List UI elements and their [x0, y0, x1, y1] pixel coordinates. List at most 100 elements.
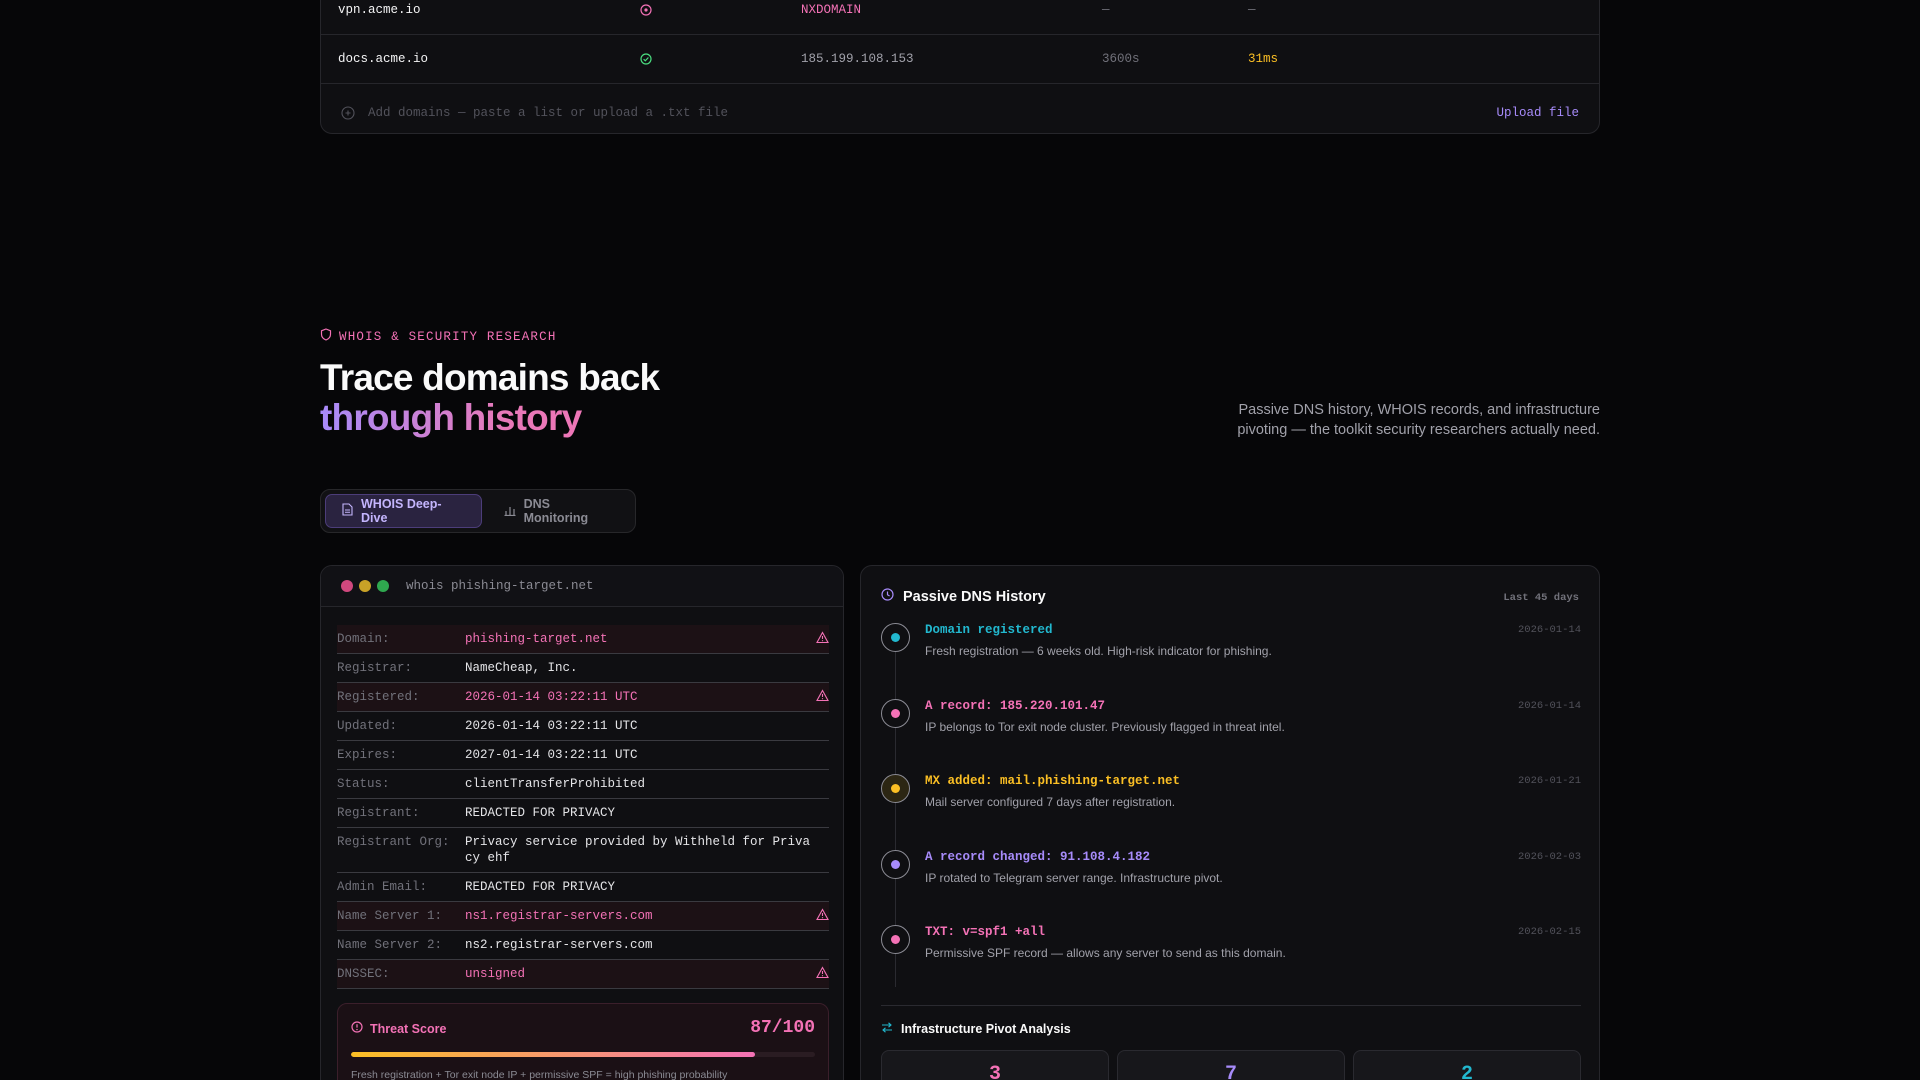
dns-host: docs.acme.io	[338, 52, 429, 66]
timeline-event[interactable]: Domain registered Fresh registration — 6 …	[881, 623, 1581, 683]
whois-field-value: 2027-01-14 03:22:11 UTC	[465, 748, 638, 762]
table-row[interactable]: docs.acme.io 185.199.108.153 3600s 31ms	[321, 35, 1599, 84]
timeline-node	[881, 925, 910, 954]
whois-field-value: phishing-target.net	[465, 632, 608, 646]
event-date: 2026-02-15	[1517, 926, 1581, 938]
dns-value: NXDOMAIN	[801, 3, 862, 17]
timeline-node	[881, 774, 910, 803]
whois-field-value: ns2.registrar-servers.com	[465, 938, 653, 952]
warning-icon	[816, 966, 829, 979]
whois-field-value: ns1.registrar-servers.com	[465, 909, 653, 923]
warning-icon	[816, 631, 829, 644]
whois-field-row: Updated: 2026-01-14 03:22:11 UTC	[337, 712, 829, 741]
plus-circle-icon	[341, 106, 355, 120]
tab-label: DNS Monitoring	[523, 497, 589, 525]
window-minimize-dot	[359, 580, 371, 592]
eyebrow-text: WHOIS & SECURITY RESEARCH	[339, 329, 557, 344]
page-title: Trace domains back through history	[320, 357, 660, 438]
window-close-dot	[341, 580, 353, 592]
threat-score-panel: Threat Score 87/100 Fresh registration +…	[337, 1003, 829, 1080]
whois-field-value: 2026-01-14 03:22:11 UTC	[465, 690, 638, 704]
whois-field-row: Admin Email: REDACTED FOR PRIVACY	[337, 873, 829, 902]
event-date: 2026-01-14	[1517, 624, 1581, 636]
upload-file-button[interactable]: Upload file	[1496, 106, 1579, 120]
timeline-dot	[891, 784, 900, 793]
whois-field-key: DNSSEC:	[337, 967, 390, 981]
pivot-stat-card[interactable]: 3	[881, 1050, 1109, 1080]
pivot-stat-card[interactable]: 2	[1353, 1050, 1581, 1080]
whois-field-value: REDACTED FOR PRIVACY	[465, 880, 616, 894]
clock-icon	[881, 588, 894, 605]
timeline-dot	[891, 708, 900, 718]
whois-field-key: Name Server 1:	[337, 909, 443, 923]
tab-label: WHOIS Deep-Dive	[361, 497, 442, 525]
event-description: IP belongs to Tor exit node cluster. Pre…	[925, 719, 1285, 734]
event-description: Permissive SPF record — allows any serve…	[925, 946, 1286, 960]
event-description: Mail server configured 7 days after regi…	[925, 795, 1176, 809]
pivot-stat-value: 3	[988, 1063, 1001, 1080]
timeline-dot	[891, 935, 900, 944]
tab-dns-monitoring[interactable]: DNS Monitoring	[488, 494, 631, 528]
pivot-analysis: Infrastructure Pivot Analysis 3 7 2	[881, 1005, 1581, 1080]
feature-tabs: WHOIS Deep-Dive DNS Monitoring	[320, 489, 636, 533]
timeline-node	[881, 623, 910, 652]
warning-icon	[816, 908, 829, 921]
event-date: 2026-01-14	[1517, 699, 1581, 712]
table-row[interactable]: vpn.acme.io NXDOMAIN — —	[321, 0, 1599, 35]
event-title: A record: 185.220.101.47	[925, 698, 1106, 713]
event-title: TXT: v=spf1 +all	[925, 925, 1046, 939]
event-title: Domain registered	[925, 623, 1053, 637]
whois-field-value: REDACTED FOR PRIVACY	[465, 806, 616, 820]
window-maximize-dot	[377, 580, 389, 592]
threat-score-value: 87/100	[750, 1018, 815, 1038]
threat-progress-bar	[351, 1052, 815, 1057]
whois-field-key: Registrar:	[337, 661, 413, 675]
whois-field-key: Expires:	[337, 748, 398, 762]
title-line-1: Trace domains back	[320, 357, 660, 398]
add-domains-input[interactable]: Add domains — paste a list or upload a .…	[368, 106, 728, 120]
timeline-event[interactable]: A record changed: 91.108.4.182 IP rotated…	[881, 849, 1581, 910]
panel-title: Passive DNS History	[903, 588, 1046, 605]
dns-ttl: —	[1102, 3, 1110, 17]
event-description: Fresh registration — 6 weeks old. High-r…	[925, 644, 1272, 658]
threat-label: Threat Score	[370, 1021, 447, 1036]
timeline-dot	[891, 633, 900, 642]
whois-field-value: unsigned	[465, 967, 526, 981]
whois-field-row: Registered: 2026-01-14 03:22:11 UTC	[337, 683, 829, 712]
event-date: 2026-01-21	[1517, 775, 1581, 787]
timeline-event[interactable]: MX added: mail.phishing-target.net Mail s…	[881, 774, 1581, 834]
timeline-event[interactable]: TXT: v=spf1 +all Permissive SPF record — …	[881, 925, 1581, 985]
timeline-node	[881, 698, 910, 728]
dns-host: vpn.acme.io	[338, 3, 421, 17]
whois-field-row: Registrar: NameCheap, Inc.	[337, 654, 829, 683]
check-circle-icon	[639, 52, 653, 66]
date-range-badge: Last 45 days	[1503, 592, 1579, 604]
dns-latency: 31ms	[1248, 52, 1279, 66]
dns-latency: —	[1248, 3, 1256, 17]
whois-field-row: Registrant: REDACTED FOR PRIVACY	[337, 799, 829, 828]
whois-field-row: DNSSEC: unsigned	[337, 960, 829, 989]
tab-whois-deep-dive[interactable]: WHOIS Deep-Dive	[325, 494, 482, 528]
whois-field-value: NameCheap, Inc.	[465, 661, 578, 675]
passive-dns-panel: Passive DNS History Last 45 days Domain …	[860, 565, 1600, 1080]
dns-value: 185.199.108.153	[801, 52, 914, 66]
whois-field-row: Domain: phishing-target.net	[337, 625, 829, 654]
timeline-dot	[891, 859, 900, 869]
whois-terminal: whois phishing-target.net Domain: phishin…	[320, 565, 844, 1080]
whois-field-row: Status: clientTransferProhibited	[337, 770, 829, 799]
whois-field-value: Privacy service provided by Withheld for…	[465, 835, 811, 865]
dns-timeline: Domain registered Fresh registration — 6 …	[881, 623, 1581, 1003]
timeline-event[interactable]: A record: 185.220.101.47 IP belongs to To…	[881, 698, 1581, 759]
terminal-command: whois phishing-target.net	[406, 579, 594, 593]
whois-field-row: Name Server 2: ns2.registrar-servers.com	[337, 931, 829, 960]
timeline-node	[881, 849, 910, 879]
whois-field-row: Name Server 1: ns1.registrar-servers.com	[337, 902, 829, 931]
whois-field-value: clientTransferProhibited	[465, 777, 646, 791]
whois-field-key: Domain:	[337, 632, 390, 646]
pivot-stat-card[interactable]: 7	[1117, 1050, 1345, 1080]
title-line-2: through history	[320, 398, 659, 438]
whois-field-key: Admin Email:	[337, 880, 428, 894]
add-domains-row[interactable]: Add domains — paste a list or upload a .…	[321, 93, 1599, 133]
whois-field-row: Expires: 2027-01-14 03:22:11 UTC	[337, 741, 829, 770]
whois-field-key: Status:	[337, 777, 390, 791]
